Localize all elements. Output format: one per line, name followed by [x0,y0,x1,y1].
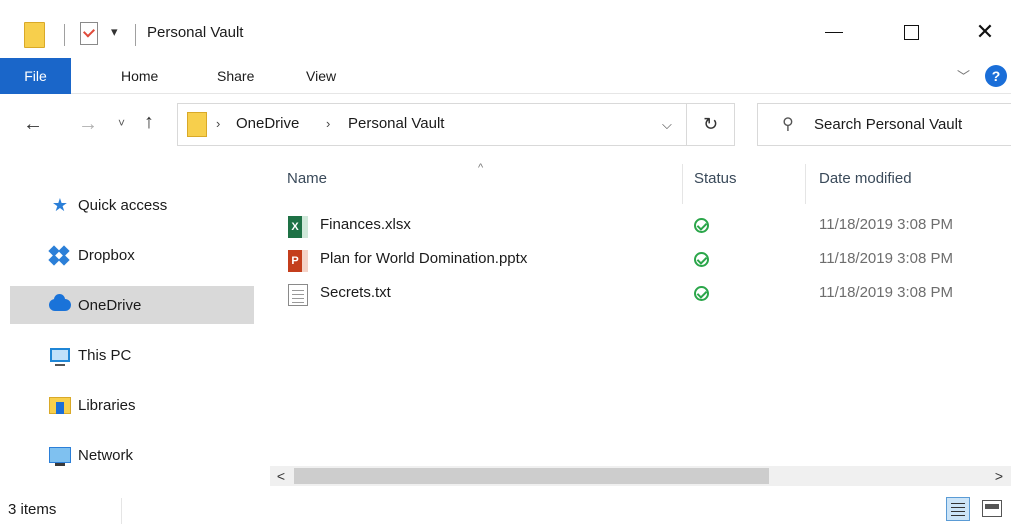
search-icon: ⚲ [782,116,794,133]
maximize-button[interactable] [888,14,934,50]
up-button[interactable]: ↑ [144,111,154,134]
breadcrumb-chevron-icon[interactable]: › [216,116,220,131]
recent-locations-button[interactable]: ˅ [118,116,125,130]
sidebar-item-label: OneDrive [78,296,142,314]
powerpoint-file-icon: P [288,250,308,272]
sidebar-item-quick-access[interactable]: ★ Quick access [10,186,254,224]
sidebar-item-label: Quick access [78,196,168,214]
tab-share[interactable]: Share [203,58,268,94]
scroll-left-button[interactable]: < [270,466,292,486]
scroll-right-button[interactable]: > [988,466,1010,486]
folder-icon [24,22,45,48]
date-modified: 11/18/2019 3:08 PM [819,216,953,233]
maximize-icon [903,24,919,40]
sidebar-item-network[interactable]: Network [10,436,254,474]
large-icons-view-icon[interactable] [982,500,1002,517]
search-box[interactable]: ⚲ [757,103,1011,146]
text-file-icon [288,284,308,306]
minimize-icon [825,31,843,33]
computer-icon [48,345,72,366]
sidebar-item-this-pc[interactable]: This PC [10,336,254,374]
breadcrumb-chevron-icon[interactable]: › [326,116,330,131]
star-icon: ★ [51,194,69,215]
date-modified: 11/18/2019 3:08 PM [819,250,953,267]
file-name: Secrets.txt [320,284,391,301]
horizontal-scrollbar[interactable]: < > [270,466,1011,486]
expand-ribbon-icon[interactable]: ﹀ [957,66,970,85]
table-row[interactable]: Secrets.txt 11/18/2019 3:08 PM [284,278,1011,311]
back-button[interactable]: ← [23,113,43,136]
file-list: ^ Name Status Date modified X Finances.x… [270,156,1011,466]
sidebar-item-label: Dropbox [78,246,135,264]
forward-button[interactable]: → [78,113,98,136]
window-title: Personal Vault [147,24,244,41]
ribbon-tabs: File Home Share View ﹀ ? [0,58,1011,94]
close-button[interactable]: ✕ [962,14,1008,50]
file-name: Finances.xlsx [320,216,411,233]
search-input[interactable] [814,104,1010,145]
table-row[interactable]: P Plan for World Domination.pptx 11/18/2… [284,244,1011,277]
status-separator [121,498,122,524]
minimize-button[interactable] [811,14,857,50]
title-bar: ▾ Personal Vault ✕ [0,0,1011,58]
dropbox-icon [48,245,72,266]
refresh-button[interactable]: ↻ [687,103,735,146]
synced-status-icon [694,286,709,301]
item-count: 3 items [8,501,57,518]
address-dropdown-icon[interactable]: ⌵ [662,117,672,133]
title-separator [64,24,65,46]
breadcrumb-personal-vault[interactable]: Personal Vault [348,115,444,132]
status-bar: 3 items [0,490,1011,526]
sidebar-item-label: Network [78,446,134,464]
table-row[interactable]: X Finances.xlsx 11/18/2019 3:08 PM [284,210,1011,243]
synced-status-icon [694,252,709,267]
tab-home[interactable]: Home [107,58,172,94]
sidebar-item-label: Libraries [78,396,136,414]
column-header-status[interactable]: Status [694,170,737,194]
tab-view[interactable]: View [292,58,350,94]
column-header-name[interactable]: Name [287,170,327,194]
breadcrumb-onedrive[interactable]: OneDrive [236,115,299,132]
address-bar[interactable]: › OneDrive › Personal Vault ⌵ [177,103,687,146]
column-header-date-modified[interactable]: Date modified [819,170,912,194]
excel-file-icon: X [288,216,308,238]
sidebar-item-dropbox[interactable]: Dropbox [10,236,254,274]
date-modified: 11/18/2019 3:08 PM [819,284,953,301]
folder-icon [187,112,207,137]
sidebar-item-label: This PC [78,346,132,364]
quick-access-toolbar-dropdown[interactable]: ▾ [111,24,118,40]
tab-file[interactable]: File [0,58,71,94]
title-separator [135,24,136,46]
cloud-icon [48,294,72,315]
details-view-icon[interactable] [946,497,970,521]
column-divider[interactable] [805,164,806,204]
column-divider[interactable] [682,164,683,204]
library-icon [48,395,72,415]
synced-status-icon [694,218,709,233]
properties-icon[interactable] [80,22,98,45]
navigation-bar: ← → ˅ ↑ › OneDrive › Personal Vault ⌵ ↻ … [0,94,1011,156]
network-icon [48,445,72,466]
sidebar-item-libraries[interactable]: Libraries [10,386,254,424]
navigation-pane: ★ Quick access Dropbox OneDrive This PC … [0,156,270,486]
sidebar-item-onedrive[interactable]: OneDrive [10,286,254,324]
scrollbar-thumb[interactable] [294,468,769,484]
help-icon[interactable]: ? [985,65,1007,87]
file-name: Plan for World Domination.pptx [320,250,528,267]
sort-ascending-icon: ^ [478,162,484,174]
